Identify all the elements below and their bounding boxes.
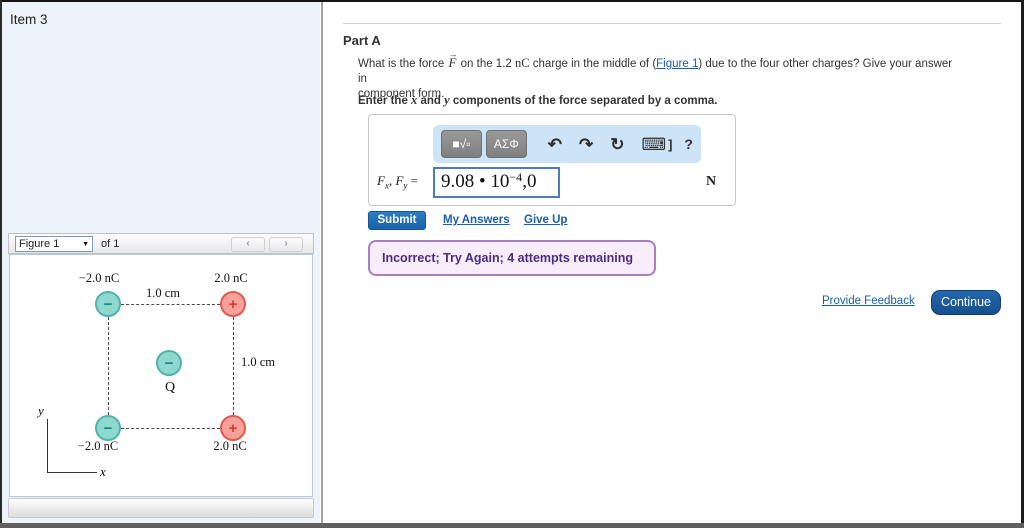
charge-bottom-right-positive: + — [220, 415, 246, 441]
center-charge-label: Q — [164, 380, 176, 395]
equation-toolbar: ■√▫ ΑΣΦ ↶ ↷ ↻ ⌨ ] ? — [433, 125, 701, 163]
figure-count-label: of 1 — [101, 238, 120, 250]
charge-label-top-right: 2.0 nC — [214, 271, 248, 285]
math-templates-button[interactable]: ■√▫ — [441, 130, 482, 158]
help-icon[interactable]: ? — [684, 137, 693, 151]
continue-button[interactable]: Continue — [931, 290, 1001, 315]
feedback-message: Incorrect; Try Again; 4 attempts remaini… — [382, 251, 633, 265]
answer-entry-box: ■√▫ ΑΣΦ ↶ ↷ ↻ ⌨ ] ? Fx, Fy = 9.08 • 10−4… — [368, 114, 736, 206]
force-vector-symbol: → F — [448, 49, 458, 70]
chevron-down-icon: ▼ — [82, 240, 89, 248]
undo-icon[interactable]: ↶ — [548, 136, 562, 153]
charge-top-left-negative: − — [95, 291, 121, 317]
dashed-line-top — [121, 304, 220, 305]
figure-header-bar: Figure 1 ▼ of 1 ‹ › — [8, 233, 314, 254]
window-border-bottom — [0, 523, 1024, 528]
provide-feedback-link[interactable]: Provide Feedback — [822, 295, 915, 307]
reset-icon[interactable]: ↻ — [610, 136, 624, 153]
charge-center-negative: − — [156, 350, 182, 376]
part-heading: Part A — [343, 33, 381, 48]
answer-input-field[interactable]: 9.08 • 10−4,0 — [433, 167, 560, 198]
figure-dropdown-value: Figure 1 — [19, 238, 60, 250]
instruction-text: Enter the x and y components of the forc… — [358, 93, 718, 107]
vector-arrow-icon: → — [448, 49, 458, 59]
plus-icon: + — [228, 419, 238, 437]
answer-unit-label: N — [706, 174, 717, 189]
item-title: Item 3 — [10, 12, 48, 27]
figure-next-button[interactable]: › — [269, 237, 303, 252]
question-line-1: What is the force → F on the 1.2 nC charg… — [358, 49, 953, 85]
answer-variable-label: Fx, Fy = — [377, 173, 418, 191]
charge-bottom-left-negative: − — [95, 415, 121, 441]
dashed-line-right — [233, 317, 234, 415]
unit-nC: nC — [514, 56, 530, 70]
my-answers-link[interactable]: My Answers — [443, 214, 510, 226]
y-axis-label: y — [38, 403, 44, 418]
give-up-link[interactable]: Give Up — [524, 214, 567, 226]
greek-symbols-button[interactable]: ΑΣΦ — [485, 130, 527, 158]
keyboard-icon[interactable]: ⌨ — [642, 136, 667, 153]
section-divider — [343, 23, 1001, 24]
charge-label-bottom-left: −2.0 nC — [77, 439, 119, 453]
dashed-line-left — [108, 317, 109, 415]
minus-icon: − — [164, 354, 174, 372]
minus-icon: − — [103, 295, 113, 313]
figure-select-dropdown[interactable]: Figure 1 ▼ — [15, 236, 93, 252]
charge-label-top-left: −2.0 nC — [78, 271, 120, 285]
figure-scrollbar-track — [8, 498, 314, 518]
x-axis-line — [47, 472, 97, 473]
redo-icon[interactable]: ↷ — [579, 136, 593, 153]
plus-icon: + — [228, 295, 238, 313]
dashed-line-bottom — [121, 428, 220, 429]
distance-label-top: 1.0 cm — [145, 286, 181, 300]
minus-icon: − — [103, 419, 113, 437]
x-axis-label: x — [100, 464, 106, 479]
y-axis-line — [47, 419, 48, 473]
assignment-window: Item 3 Figure 1 ▼ of 1 ‹ › − + − − + −2.… — [0, 0, 1024, 528]
panel-divider — [321, 2, 323, 523]
keyboard-bracket: ] — [668, 136, 673, 152]
distance-label-right: 1.0 cm — [241, 355, 276, 369]
figure-canvas: − + − − + −2.0 nC 2.0 nC 1.0 cm 1.0 cm Q… — [9, 254, 313, 497]
figure-link[interactable]: Figure 1 — [656, 58, 698, 70]
charge-label-bottom-right: 2.0 nC — [213, 439, 247, 453]
figure-prev-button[interactable]: ‹ — [231, 237, 265, 252]
chevron-left-icon: ‹ — [246, 238, 250, 249]
submit-button[interactable]: Submit — [368, 211, 426, 230]
feedback-banner: Incorrect; Try Again; 4 attempts remaini… — [368, 240, 656, 276]
charge-top-right-positive: + — [220, 291, 246, 317]
chevron-right-icon: › — [284, 238, 288, 249]
